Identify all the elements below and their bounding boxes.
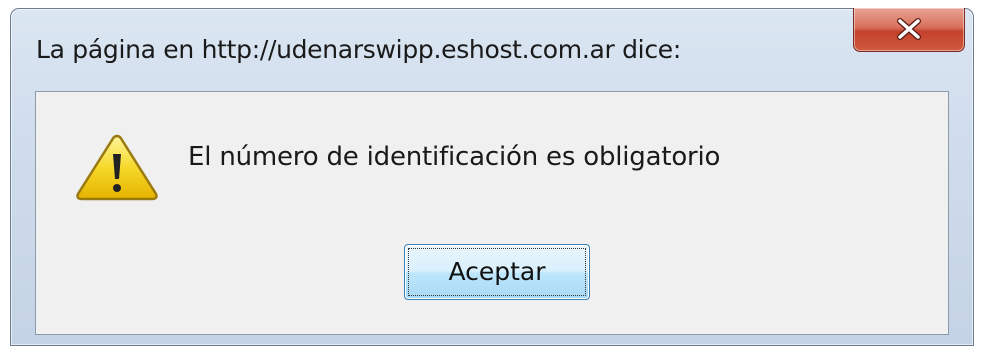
accept-button-label: Aceptar: [448, 257, 546, 286]
alert-message: El número de identificación es obligator…: [188, 142, 721, 172]
dialog-title: La página en http://udenarswipp.eshost.c…: [36, 35, 681, 64]
title-bar[interactable]: La página en http://udenarswipp.eshost.c…: [11, 8, 973, 91]
close-icon: [897, 18, 921, 40]
alert-dialog-window: La página en http://udenarswipp.eshost.c…: [10, 8, 974, 346]
warning-icon: [76, 134, 158, 201]
dialog-content: El número de identificación es obligator…: [35, 91, 949, 335]
close-button[interactable]: [853, 8, 965, 52]
accept-button[interactable]: Aceptar: [404, 244, 590, 300]
